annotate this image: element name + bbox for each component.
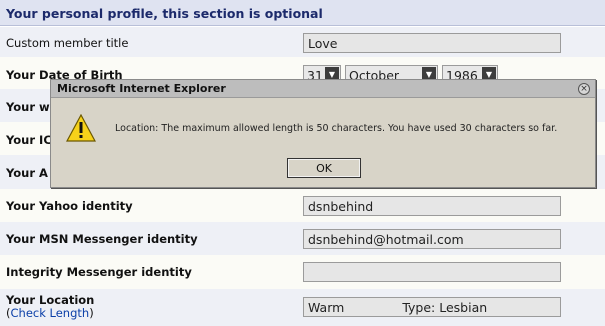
close-icon[interactable]: × bbox=[578, 83, 590, 95]
alert-dialog: Microsoft Internet Explorer × Location: … bbox=[50, 79, 596, 188]
paren-close: ) bbox=[89, 306, 94, 320]
location-value-part2: Type: Lesbian bbox=[402, 300, 488, 315]
profile-page: Your personal profile, this section is o… bbox=[0, 0, 605, 326]
yahoo-label: Your Yahoo identity bbox=[6, 199, 133, 213]
location-sublabel: (Check Length) bbox=[6, 306, 94, 320]
check-length-link[interactable]: Check Length bbox=[11, 306, 90, 320]
location-field[interactable]: Warm Type: Lesbian bbox=[303, 297, 561, 317]
msn-field[interactable]: dsnbehind@hotmail.com bbox=[303, 229, 561, 249]
integrity-field[interactable] bbox=[303, 262, 561, 282]
msn-label: Your MSN Messenger identity bbox=[6, 232, 198, 246]
location-value-part1: Warm bbox=[308, 300, 345, 315]
row-location: Your Location (Check Length) Warm Type: L… bbox=[0, 289, 605, 326]
warning-icon bbox=[66, 114, 96, 142]
location-label: Your Location bbox=[6, 293, 95, 307]
section-header: Your personal profile, this section is o… bbox=[0, 0, 605, 26]
custom-title-field[interactable]: Love bbox=[303, 33, 561, 53]
row-yahoo: Your Yahoo identity dsnbehind bbox=[0, 189, 605, 222]
aim-label: Your A bbox=[6, 166, 48, 180]
dialog-message: Location: The maximum allowed length is … bbox=[115, 123, 558, 134]
custom-title-label: Custom member title bbox=[6, 36, 129, 50]
yahoo-field[interactable]: dsnbehind bbox=[303, 196, 561, 216]
integrity-label: Integrity Messenger identity bbox=[6, 265, 192, 279]
website-label: Your w bbox=[6, 100, 50, 114]
ok-button[interactable]: OK bbox=[287, 158, 361, 178]
row-integrity: Integrity Messenger identity bbox=[0, 255, 605, 289]
row-custom-title: Custom member title Love bbox=[0, 27, 605, 57]
icq-label: Your IC bbox=[6, 133, 52, 147]
dialog-title: Microsoft Internet Explorer bbox=[51, 80, 595, 98]
row-msn: Your MSN Messenger identity dsnbehind@ho… bbox=[0, 222, 605, 255]
